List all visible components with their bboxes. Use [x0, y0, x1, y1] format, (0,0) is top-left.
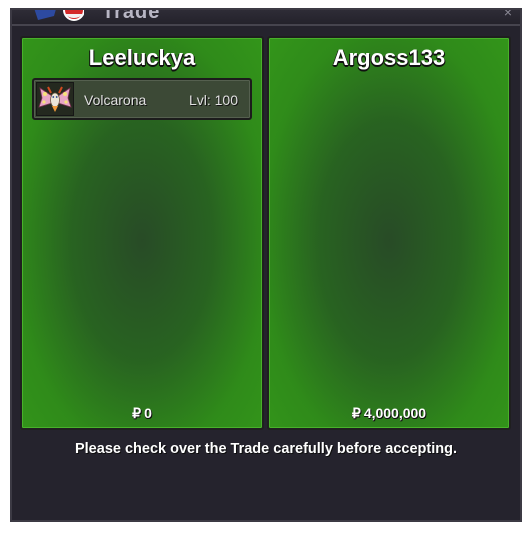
- title-divider: [12, 24, 520, 26]
- money-offer-right: ₽4,000,000: [269, 405, 509, 422]
- trade-panel-right: Argoss133 ₽4,000,000: [267, 36, 511, 430]
- player-name-right: Argoss133: [332, 45, 446, 70]
- money-amount-left: 0: [144, 405, 152, 421]
- trade-notice: Please check over the Trade carefully be…: [74, 441, 457, 457]
- window-title: Trade: [102, 8, 161, 23]
- pokemon-level: Lvl: 100: [188, 92, 238, 108]
- pokedollar-icon: ₽: [132, 405, 142, 421]
- trade-window: Trade × Leeluckya Volcarona Lvl: 100 ₽ 0…: [10, 8, 522, 522]
- pokedollar-icon: ₽: [351, 405, 361, 421]
- player-name-left: Leeluckya: [88, 45, 196, 70]
- close-icon[interactable]: ×: [504, 10, 512, 20]
- money-amount-right: 4,000,000: [363, 405, 427, 421]
- pokeball-logo-icon: [34, 10, 84, 21]
- volcarona-sprite-icon: [36, 82, 74, 116]
- offered-pokemon-item[interactable]: Volcarona Lvl: 100: [32, 78, 252, 120]
- trade-panel-left: Leeluckya Volcarona Lvl: 100 ₽ 0: [20, 36, 264, 430]
- pokemon-name: Volcarona: [84, 92, 147, 108]
- money-offer-left: ₽0: [22, 405, 262, 422]
- title-bar[interactable]: Trade ×: [12, 10, 520, 24]
